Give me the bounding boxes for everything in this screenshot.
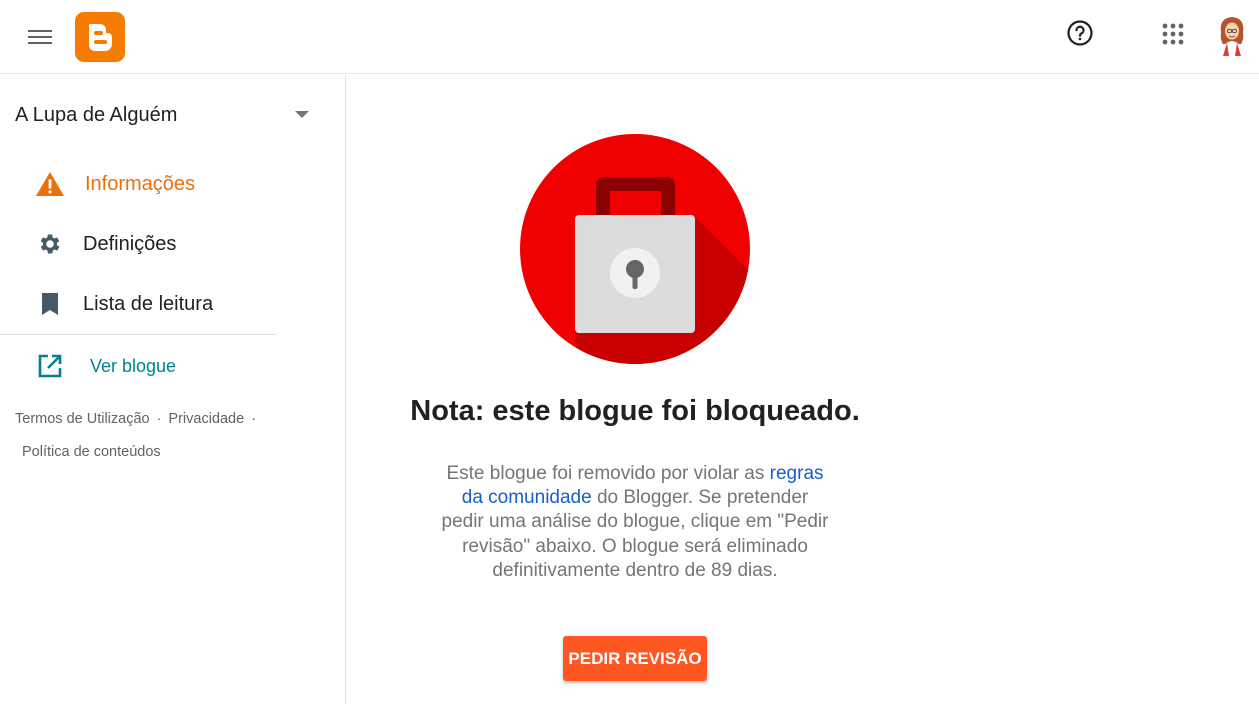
google-apps-button[interactable] (1153, 14, 1193, 54)
sidebar-item-label: Definições (83, 232, 177, 255)
footer-separator: · (251, 411, 257, 427)
account-avatar[interactable] (1213, 12, 1251, 56)
top-app-bar (0, 0, 1259, 74)
gear-icon (35, 229, 65, 259)
help-circle-icon (1067, 20, 1093, 46)
blogger-logo-icon (75, 12, 125, 62)
blogger-logo[interactable] (75, 12, 125, 62)
sidebar-item-label: Lista de leitura (83, 292, 214, 315)
sidebar-divider (0, 334, 276, 335)
content-policy-link[interactable]: Política de conteúdos (22, 444, 161, 460)
user-avatar (1220, 17, 1244, 56)
terms-link[interactable]: Termos de Utilização (15, 411, 150, 427)
sidebar-item-label: Informações (85, 172, 196, 195)
privacy-link[interactable]: Privacidade (168, 411, 244, 427)
warning-icon (35, 169, 65, 199)
view-blog-link[interactable]: Ver blogue (0, 343, 276, 389)
help-button[interactable] (1060, 13, 1100, 53)
apps-grid-icon (1162, 23, 1184, 45)
footer-links: Termos de Utilização · Privacidade · Políti… (15, 403, 315, 469)
hamburger-menu-icon (28, 30, 52, 44)
sidebar-item-reading-list[interactable]: Lista de leitura (0, 280, 346, 328)
sidebar-item-info[interactable]: Informações (0, 160, 346, 208)
message-text: Este blogue foi removido por violar as (446, 463, 765, 484)
blog-name: A Lupa de Alguém (15, 104, 178, 126)
blog-selector[interactable]: A Lupa de Alguém (0, 95, 330, 135)
bookmark-icon (35, 289, 65, 319)
request-review-button[interactable]: PEDIR REVISÃO (563, 636, 707, 681)
main-menu-button[interactable] (20, 17, 60, 57)
blocked-message: Este blogue foi removido por violar as r… (441, 462, 829, 583)
sidebar: A Lupa de Alguém Informações Definições … (0, 75, 346, 704)
blocked-title: Nota: este blogue foi bloqueado. (410, 395, 860, 427)
padlock-icon (520, 134, 750, 364)
dropdown-caret-icon (295, 111, 309, 118)
open-in-new-icon (35, 351, 65, 381)
view-blog-label: Ver blogue (90, 355, 177, 376)
sidebar-item-settings[interactable]: Definições (0, 220, 346, 268)
footer-separator: · (156, 411, 162, 427)
main-content: Nota: este blogue foi bloqueado. Este bl… (347, 75, 1259, 704)
